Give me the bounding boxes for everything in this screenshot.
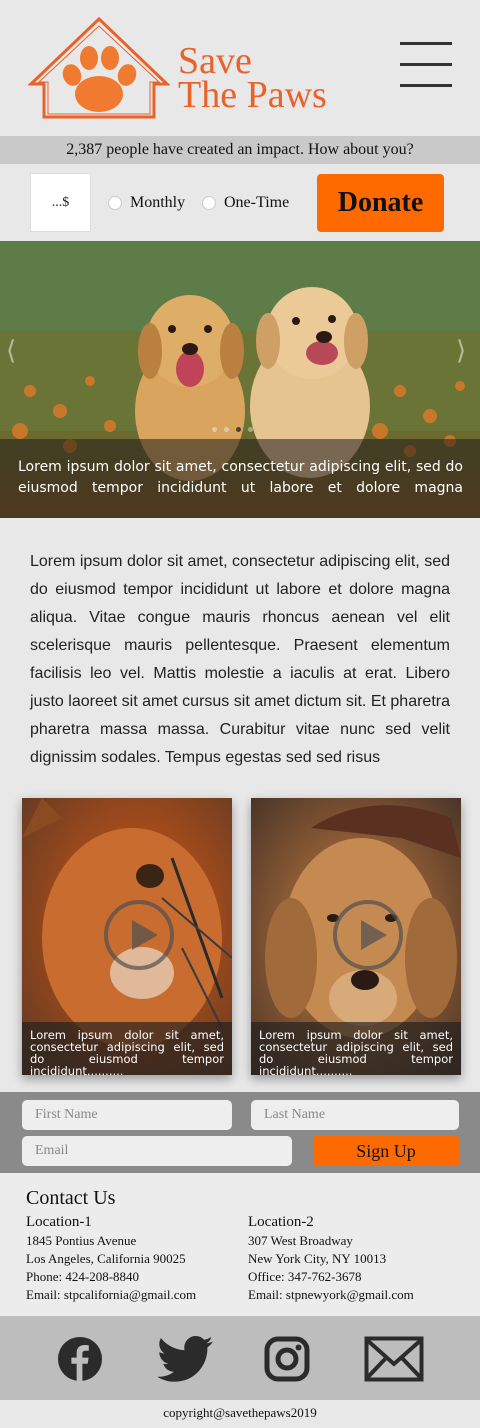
hero-caption: Lorem ipsum dolor sit amet, consectetur … — [0, 439, 480, 518]
radio-one-time[interactable]: One-Time — [202, 194, 289, 212]
location-1: Location-1 1845 Pontius Avenue Los Angel… — [26, 1212, 196, 1304]
location-phone[interactable]: Phone: 424-208-8840 — [26, 1268, 196, 1286]
location-street: 307 West Broadway — [248, 1233, 353, 1248]
carousel-next-icon[interactable]: ⟩ — [456, 336, 466, 366]
instagram-icon[interactable] — [264, 1336, 310, 1382]
location-city: New York City, NY 10013 — [248, 1251, 387, 1266]
video-card-cat[interactable]: Lorem ipsum dolor sit amet, consectetur … — [22, 798, 232, 1075]
location-phone[interactable]: Office: 347-762-3678 — [248, 1268, 414, 1286]
location-email[interactable]: Email: stpnewyork@gmail.com — [248, 1286, 414, 1304]
radio-one-time-label: One-Time — [224, 194, 290, 211]
play-icon[interactable] — [104, 900, 174, 970]
contact-title: Contact Us — [26, 1187, 116, 1209]
email-field[interactable]: Email — [22, 1136, 292, 1166]
donate-button[interactable]: Donate — [317, 174, 444, 232]
video-caption: Lorem ipsum dolor sit amet, consectetur … — [22, 1022, 232, 1075]
brand-line-1: Save — [178, 40, 252, 82]
paw-house-logo-icon[interactable] — [28, 16, 170, 120]
location-name: Location-1 — [26, 1214, 92, 1230]
facebook-icon[interactable] — [56, 1336, 104, 1382]
hero-carousel[interactable]: ⟨ ⟩ Lorem ipsum dolor sit amet, consecte… — [0, 241, 480, 518]
impact-banner: 2,387 people have created an impact. How… — [0, 136, 480, 164]
radio-button-icon[interactable] — [108, 196, 122, 210]
twitter-icon[interactable] — [158, 1336, 214, 1382]
radio-monthly-label: Monthly — [130, 194, 186, 211]
carousel-indicators[interactable] — [212, 427, 260, 432]
carousel-prev-icon[interactable]: ⟨ — [6, 336, 16, 366]
last-name-field[interactable]: Last Name — [251, 1100, 459, 1130]
sign-up-button[interactable]: Sign Up — [313, 1136, 459, 1166]
signup-form: First Name Last Name Email Sign Up — [0, 1092, 480, 1173]
first-name-field[interactable]: First Name — [22, 1100, 232, 1130]
carousel-dot[interactable] — [224, 427, 229, 432]
social-bar — [0, 1316, 480, 1400]
donation-amount-input[interactable]: ...$ — [30, 173, 91, 232]
copyright: copyright@savethepaws2019 — [0, 1400, 480, 1428]
carousel-dot[interactable] — [248, 427, 253, 432]
location-2: Location-2 307 West Broadway New York Ci… — [248, 1212, 414, 1304]
mail-icon[interactable] — [364, 1336, 424, 1382]
video-card-dog[interactable]: Lorem ipsum dolor sit amet, consectetur … — [251, 798, 461, 1075]
contact-section: Contact Us Location-1 1845 Pontius Avenu… — [0, 1173, 480, 1316]
header: Save The Paws — [0, 0, 480, 135]
carousel-dot[interactable] — [236, 427, 241, 432]
radio-monthly[interactable]: Monthly — [108, 194, 185, 212]
menu-icon[interactable] — [400, 42, 452, 87]
location-email[interactable]: Email: stpcalifornia@gmail.com — [26, 1286, 196, 1304]
carousel-dot[interactable] — [212, 427, 217, 432]
location-street: 1845 Pontius Avenue — [26, 1233, 137, 1248]
location-name: Location-2 — [248, 1214, 314, 1230]
radio-button-icon[interactable] — [202, 196, 216, 210]
location-city: Los Angeles, California 90025 — [26, 1251, 186, 1266]
video-caption: Lorem ipsum dolor sit amet, consectetur … — [251, 1022, 461, 1075]
brand-name[interactable]: Save The Paws — [178, 40, 327, 116]
brand-line-2: The Paws — [178, 74, 327, 116]
play-icon[interactable] — [333, 900, 403, 970]
intro-paragraph: Lorem ipsum dolor sit amet, consectetur … — [30, 553, 450, 766]
